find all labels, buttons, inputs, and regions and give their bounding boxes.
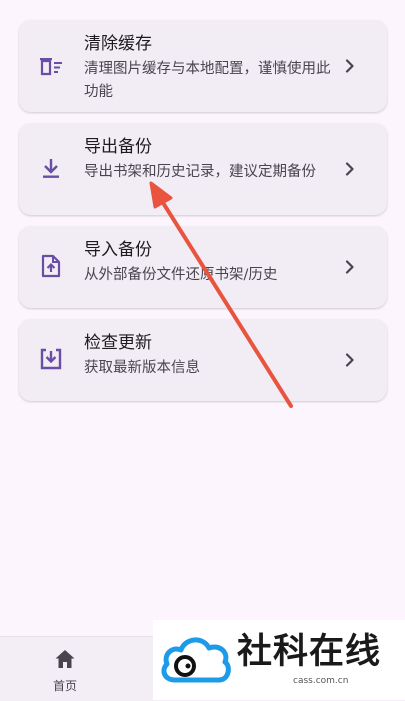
chevron-right-icon <box>345 162 354 176</box>
cloud-logo-icon <box>161 637 231 683</box>
clear-cache-item[interactable]: 清除缓存 清理图片缓存与本地配置，谨慎使用此功能 <box>19 20 387 112</box>
item-description: 导出书架和历史记录，建议定期备份 <box>84 164 316 180</box>
export-backup-item[interactable]: 导出备份 导出书架和历史记录，建议定期备份 <box>19 123 387 215</box>
update-check-icon <box>37 345 65 373</box>
import-backup-item[interactable]: 导入备份 从外部备份文件还原书架/历史 <box>19 226 387 308</box>
file-upload-icon <box>37 252 65 280</box>
download-icon <box>37 155 65 183</box>
check-update-item[interactable]: 检查更新 获取最新版本信息 <box>19 319 387 401</box>
clear-cache-icon <box>37 52 65 80</box>
watermark-name: 社科在线 <box>237 632 382 672</box>
chevron-right-icon <box>345 59 354 73</box>
item-description: 获取最新版本信息 <box>84 360 200 376</box>
settings-list: 清除缓存 清理图片缓存与本地配置，谨慎使用此功能 导出备份 导出书架和历史记录，… <box>19 20 387 412</box>
item-title: 清除缓存 <box>84 34 152 54</box>
item-title: 导出备份 <box>84 137 152 157</box>
nav-item-home[interactable]: 首页 <box>25 647 105 694</box>
home-icon <box>55 650 75 668</box>
item-description: 从外部备份文件还原书架/历史 <box>84 267 278 283</box>
chevron-right-icon <box>345 260 354 274</box>
chevron-right-icon <box>345 353 354 367</box>
nav-label-home: 首页 <box>52 679 77 693</box>
watermark-url: cass.com.cn <box>293 676 349 686</box>
watermark: 社科在线 cass.com.cn <box>153 620 405 700</box>
item-description: 清理图片缓存与本地配置，谨慎使用此功能 <box>84 61 331 100</box>
item-title: 导入备份 <box>84 240 152 260</box>
item-title: 检查更新 <box>84 333 152 353</box>
